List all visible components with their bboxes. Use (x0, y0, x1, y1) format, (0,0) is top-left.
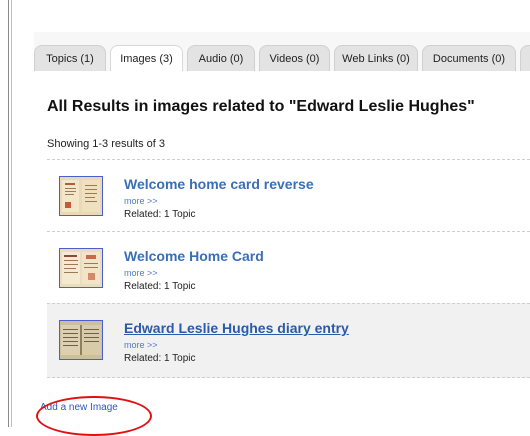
tab-images[interactable]: Images (3) (110, 45, 183, 71)
more-link[interactable]: more >> (124, 340, 158, 350)
results-content: All Results in images related to "Edward… (34, 71, 530, 427)
list-item: Edward Leslie Hughes diary entry more >>… (47, 303, 530, 378)
related-count: Related: 1 Topic (124, 281, 196, 292)
tab-documents[interactable]: Documents (0) (422, 45, 516, 71)
tab-web-links[interactable]: Web Links (0) (334, 45, 418, 71)
tab-more[interactable] (520, 45, 530, 71)
related-count: Related: 1 Topic (124, 353, 196, 364)
left-border-line (8, 0, 9, 427)
list-item: Welcome home card reverse more >> Relate… (47, 159, 530, 231)
image-thumbnail[interactable] (59, 248, 103, 288)
list-item: Welcome Home Card more >> Related: 1 Top… (47, 231, 530, 303)
more-link[interactable]: more >> (124, 268, 158, 278)
more-link[interactable]: more >> (124, 196, 158, 206)
tab-bar: Topics (1) Images (3) Audio (0) Videos (… (34, 45, 530, 71)
result-title-link[interactable]: Welcome home card reverse (124, 176, 314, 192)
results-panel: Topics (1) Images (3) Audio (0) Videos (… (34, 0, 530, 427)
related-count: Related: 1 Topic (124, 209, 196, 220)
highlight-circle-annotation (36, 396, 152, 436)
panel-top-space (34, 0, 530, 32)
left-border-line-inner (11, 0, 12, 427)
results-list: Welcome home card reverse more >> Relate… (47, 159, 530, 378)
image-thumbnail[interactable] (59, 320, 103, 360)
results-count: Showing 1-3 results of 3 (47, 138, 166, 150)
image-thumbnail[interactable] (59, 176, 103, 216)
tab-audio[interactable]: Audio (0) (187, 45, 255, 71)
tab-topics[interactable]: Topics (1) (34, 45, 106, 71)
result-title-link[interactable]: Edward Leslie Hughes diary entry (124, 320, 349, 336)
result-title-link[interactable]: Welcome Home Card (124, 248, 264, 264)
page-title: All Results in images related to "Edward… (47, 98, 475, 115)
tab-videos[interactable]: Videos (0) (259, 45, 330, 71)
